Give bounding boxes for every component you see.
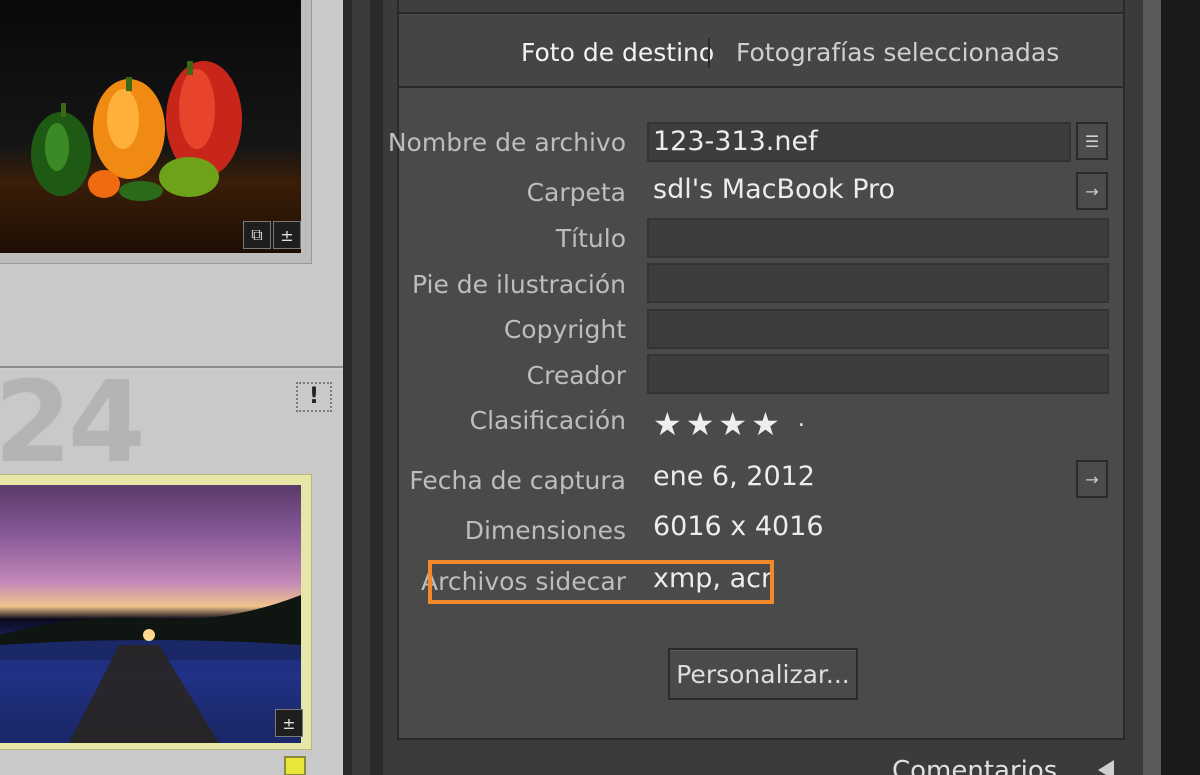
tab-selected-photos[interactable]: Fotografías seleccionadas xyxy=(736,38,1059,67)
copyright-input[interactable] xyxy=(647,309,1109,349)
collapse-triangle-icon[interactable] xyxy=(1098,760,1114,775)
color-label-yellow[interactable] xyxy=(284,756,306,775)
filename-value[interactable]: 123-313.nef xyxy=(653,126,818,157)
creator-label: Creador xyxy=(526,361,626,390)
comments-section-header[interactable]: Comentarios xyxy=(892,756,1057,775)
title-input[interactable] xyxy=(647,218,1109,258)
copyright-label: Copyright xyxy=(503,315,626,344)
rating-empty-dot[interactable]: · xyxy=(798,414,809,439)
title-label: Título xyxy=(555,224,626,253)
crop-icon[interactable]: ⧉ xyxy=(243,221,271,249)
creator-input[interactable] xyxy=(647,354,1109,394)
folder-label: Carpeta xyxy=(526,178,626,207)
develop-adjust-icon[interactable]: ± xyxy=(273,221,301,249)
rating-stars[interactable]: ★★★★ · xyxy=(653,405,809,443)
filename-list-icon[interactable]: ☰ xyxy=(1076,122,1108,160)
go-to-folder-arrow-icon[interactable]: → xyxy=(1076,172,1108,210)
peppers-image xyxy=(31,61,242,201)
rating-stars-filled[interactable]: ★★★★ xyxy=(653,405,784,443)
scrollbar-track[interactable] xyxy=(352,0,370,775)
sidecar-highlight-box xyxy=(428,560,774,604)
dimensions-value: 6016 x 4016 xyxy=(653,511,824,542)
capture-date-label: Fecha de captura xyxy=(409,466,626,495)
photo-grid: ⧉ ± 24 ! ± xyxy=(0,0,343,775)
filename-label: Nombre de archivo xyxy=(387,128,626,157)
caption-input[interactable] xyxy=(647,263,1109,303)
metadata-target-tabs: Foto de destino Fotografías seleccionada… xyxy=(399,16,1123,88)
cell-index-number: 24 xyxy=(0,358,146,488)
warning-badge[interactable]: ! xyxy=(296,382,332,412)
customize-button[interactable]: Personalizar... xyxy=(668,648,858,700)
develop-adjust-icon[interactable]: ± xyxy=(275,709,303,737)
thumbnail-badges: ± xyxy=(275,709,303,737)
grid-cell[interactable]: ⧉ ± xyxy=(0,0,343,368)
panel-top-strip xyxy=(399,0,1123,14)
panel-scrollbar[interactable] xyxy=(1143,0,1161,775)
tab-target-photo[interactable]: Foto de destino xyxy=(521,38,714,67)
startrails-image xyxy=(0,595,301,743)
caption-label: Pie de ilustración xyxy=(412,270,626,299)
thumbnail-startrails[interactable] xyxy=(0,485,301,743)
rating-label: Clasificación xyxy=(469,406,626,435)
tab-separator xyxy=(708,38,710,68)
thumbnail-badges: ⧉ ± xyxy=(243,221,301,249)
thumbnail-frame-selected[interactable]: ± xyxy=(0,474,312,750)
thumbnail-frame[interactable]: ⧉ ± xyxy=(0,0,312,264)
folder-value: sdl's MacBook Pro xyxy=(653,174,896,205)
dimensions-label: Dimensiones xyxy=(464,516,626,545)
grid-cell[interactable]: 24 ! ± xyxy=(0,358,343,775)
capture-date-value: ene 6, 2012 xyxy=(653,461,815,492)
thumbnail-peppers[interactable] xyxy=(0,0,301,253)
edit-capture-date-arrow-icon[interactable]: → xyxy=(1076,460,1108,498)
metadata-panel: Foto de destino Fotografías seleccionada… xyxy=(388,0,1125,740)
